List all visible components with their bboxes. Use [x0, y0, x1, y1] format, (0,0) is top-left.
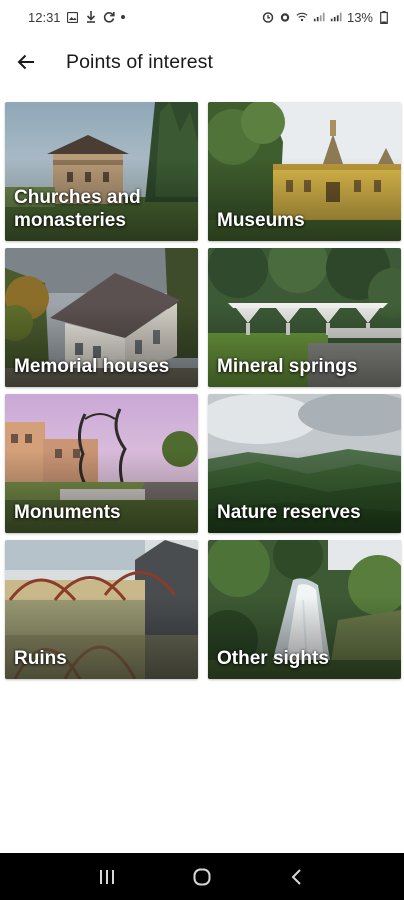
recent-apps-icon: [100, 869, 115, 884]
gallery-notification-icon: [67, 11, 79, 23]
category-label: Nature reserves: [217, 502, 361, 523]
battery-icon: [378, 10, 390, 24]
signal-1-icon: [313, 11, 325, 23]
alarm-clock-icon: [279, 11, 291, 23]
category-tile-other-sights[interactable]: Other sights: [208, 540, 401, 679]
status-bar: 12:31 13%: [0, 0, 404, 34]
category-tile-mineral-springs[interactable]: Mineral springs: [208, 248, 401, 387]
more-notifications-icon: [120, 15, 125, 19]
back-icon: [291, 868, 301, 885]
sync-icon: [103, 11, 115, 23]
home-button[interactable]: [182, 857, 222, 897]
back-nav-button[interactable]: [277, 857, 317, 897]
alarm-icon: [262, 11, 274, 23]
wifi-icon: [296, 11, 308, 23]
category-label: Mineral springs: [217, 356, 358, 377]
category-tile-monuments[interactable]: Monuments: [5, 394, 198, 533]
category-tile-churches[interactable]: Churches and monasteries: [5, 102, 198, 241]
arrow-left-icon: [17, 54, 34, 70]
category-label: Ruins: [14, 648, 67, 669]
category-label: Monuments: [14, 502, 121, 523]
category-tile-memorial-houses[interactable]: Memorial houses: [5, 248, 198, 387]
status-time: 12:31: [28, 9, 61, 25]
back-button[interactable]: [0, 34, 54, 90]
category-label: Memorial houses: [14, 356, 170, 377]
status-right: 13%: [262, 10, 390, 25]
signal-2-icon: [330, 11, 342, 23]
recent-apps-button[interactable]: [87, 857, 127, 897]
category-label: Other sights: [217, 648, 329, 669]
page-title: Points of interest: [66, 50, 214, 73]
category-tile-nature-reserves[interactable]: Nature reserves: [208, 394, 401, 533]
category-label: Churches and monasteries: [14, 187, 141, 231]
home-icon: [193, 868, 211, 885]
category-tile-ruins[interactable]: Ruins: [5, 540, 198, 679]
download-icon: [85, 11, 97, 23]
battery-percent: 13%: [346, 9, 373, 25]
system-nav-bar: [0, 853, 404, 900]
category-tile-museums[interactable]: Museums: [208, 102, 401, 241]
app-bar: Points of interest: [0, 34, 404, 90]
category-grid: Churches and monasteries Museums Memoria…: [5, 102, 401, 679]
screen: 12:31 13% Points of interest Churches an…: [0, 0, 404, 900]
category-label: Museums: [217, 210, 305, 231]
status-left: 12:31: [28, 10, 125, 25]
